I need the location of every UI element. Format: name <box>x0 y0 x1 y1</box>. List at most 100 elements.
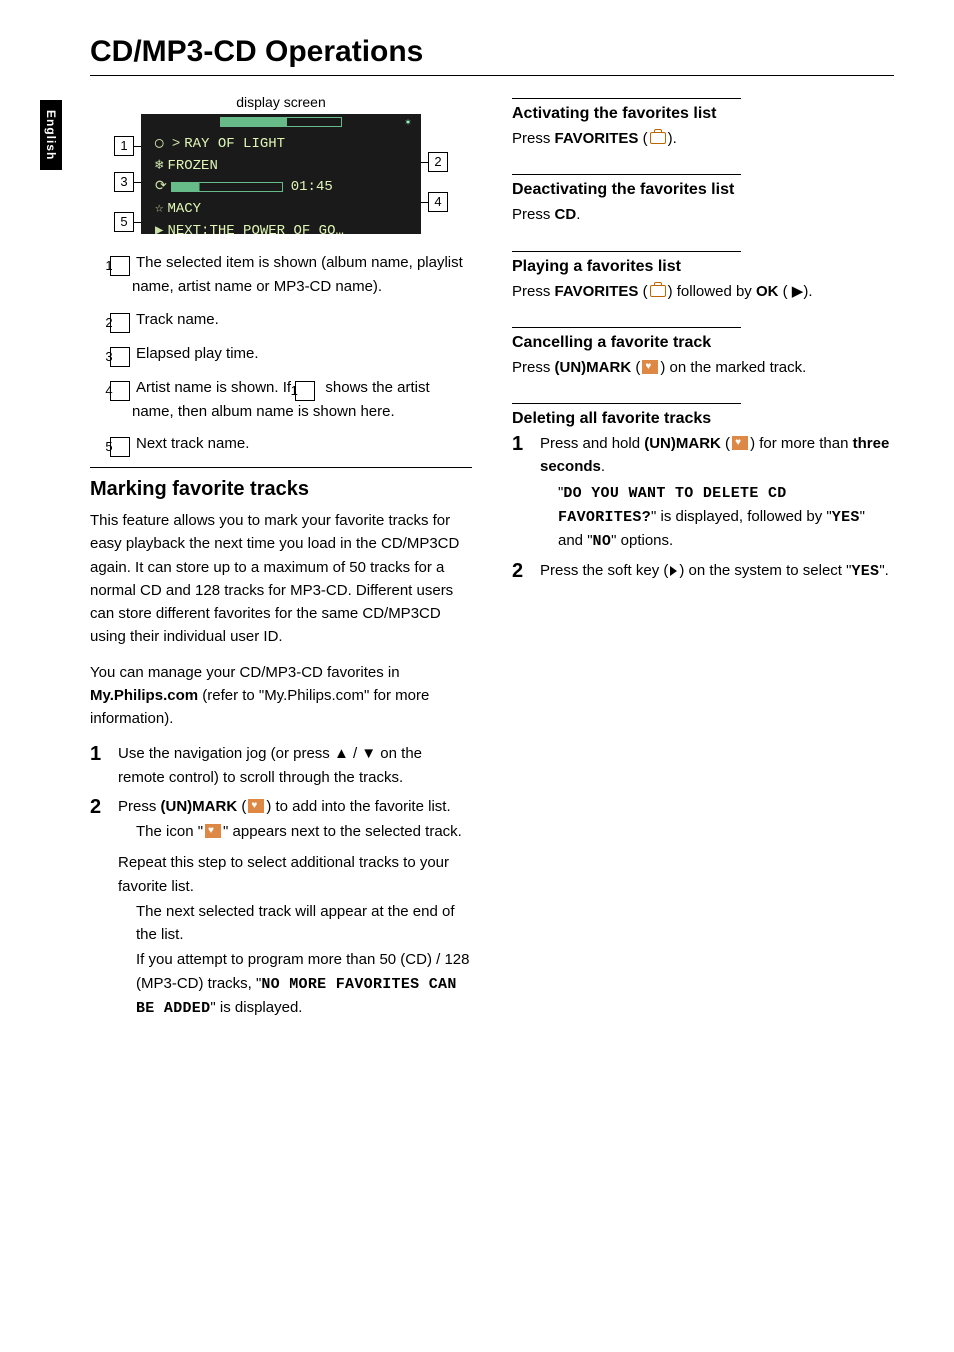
del-s1-indent: "DO YOU WANT TO DELETE CD FAVORITES?" is… <box>558 481 894 554</box>
step-2-text: Press (UN)MARK () to add into the favori… <box>118 795 472 1020</box>
callout-5-box: 5 <box>114 212 134 232</box>
cancel-a: Press <box>512 359 555 376</box>
activate-heading: Activating the favorites list <box>512 98 741 123</box>
del-s1-d: ) for more than <box>750 435 853 452</box>
s2b: (UN)MARK <box>161 798 238 815</box>
step-2-num: 2 <box>90 795 108 1020</box>
favorites-icon-2 <box>650 285 666 297</box>
play-text: Press FAVORITES () followed by OK ( ▶). <box>512 280 894 303</box>
display-top-icon: ✶ <box>405 116 411 132</box>
legend-1-text: The selected item is shown (album name, … <box>132 254 463 295</box>
s2-ind1b: " appears next to the selected track. <box>223 823 462 840</box>
del-s2-b: ) on the system to select " <box>679 562 851 579</box>
display-row-4: ☆MACY <box>155 199 411 221</box>
callout-1-box: 1 <box>114 136 134 156</box>
act-b: FAVORITES <box>555 130 639 147</box>
row2-prefix-icon: ❄ <box>155 158 163 174</box>
display-row-2: ❄FROZEN <box>155 156 411 178</box>
deact-a: Press <box>512 206 555 223</box>
deactivate-heading: Deactivating the favorites list <box>512 174 741 199</box>
legend-4-ref1: 1 <box>295 381 315 401</box>
ds1f: NO <box>593 533 612 550</box>
s2-p1: Repeat this step to select additional tr… <box>118 851 472 898</box>
legend-2-text: Track name. <box>136 311 219 328</box>
cancel-text: Press (UN)MARK () on the marked track. <box>512 356 894 379</box>
legend-3-text: Elapsed play time. <box>136 345 259 362</box>
favorites-icon <box>650 132 666 144</box>
step-1-text: Use the navigation jog (or press ▲ / ▼ o… <box>118 742 472 789</box>
display-row-1: ◯ >RAY OF LIGHT <box>155 134 411 156</box>
play-section: Playing a favorites list Press FAVORITES… <box>512 247 894 303</box>
display-topbar <box>220 117 342 127</box>
del-s2-c: YES <box>851 563 879 580</box>
track-heart-icon <box>205 824 221 838</box>
display-row2-text: FROZEN <box>167 158 217 174</box>
del-s1-b: (UN)MARK <box>644 435 721 452</box>
display-row1-text: RAY OF LIGHT <box>184 136 285 152</box>
marking-p2a: You can manage your CD/MP3-CD favorites … <box>90 664 400 681</box>
ds1c: " is displayed, followed by " <box>651 508 832 525</box>
act-d: ). <box>668 130 677 147</box>
row4-prefix-icon: ☆ <box>155 201 163 217</box>
display-row4-text: MACY <box>167 201 201 217</box>
display-row-3: ⟳ 01:45 <box>155 177 411 199</box>
s2c: ( <box>237 798 246 815</box>
cancel-c: ( <box>631 359 640 376</box>
legend-5-text: Next track name. <box>136 435 249 452</box>
del-s1-c: ( <box>721 435 730 452</box>
unmark-icon <box>248 799 264 813</box>
progress-icon: ⟳ <box>155 179 167 195</box>
delete-s1-text: Press and hold (UN)MARK () for more than… <box>540 432 894 553</box>
cancel-d: ) on the marked track. <box>660 359 806 376</box>
deact-c: . <box>576 206 580 223</box>
s2-ind3c: " is displayed. <box>210 999 302 1016</box>
play-b: FAVORITES <box>555 283 639 300</box>
cancel-heading: Cancelling a favorite track <box>512 327 741 352</box>
s2-ind1a: The icon " <box>136 823 203 840</box>
marking-heading: Marking favorite tracks <box>90 467 472 501</box>
delete-s1-num: 1 <box>512 432 530 553</box>
callout-2-box: 2 <box>428 152 448 172</box>
del-s2-a: Press the soft key ( <box>540 562 668 579</box>
columns: display screen 1 3 5 2 4 ✶ ◯ >RAY OF LIG… <box>90 94 894 1026</box>
marking-p1: This feature allows you to mark your fav… <box>90 509 472 649</box>
softkey-icon <box>670 566 677 576</box>
callout-4-box: 4 <box>428 192 448 212</box>
s2-indent1: The icon " " appears next to the selected… <box>136 820 472 843</box>
language-tab: English <box>40 100 62 170</box>
delete-section: Deleting all favorite tracks 1 Press and… <box>512 399 894 584</box>
legend-3: 3Elapsed play time. <box>110 343 472 367</box>
right-column: Activating the favorites list Press FAVO… <box>512 94 894 1026</box>
delete-heading: Deleting all favorite tracks <box>512 403 741 428</box>
left-column: display screen 1 3 5 2 4 ✶ ◯ >RAY OF LIG… <box>90 94 472 1026</box>
progress-bar <box>171 182 283 192</box>
legend-5: 5 Next track name. <box>110 433 472 457</box>
title-rule <box>90 75 894 76</box>
del-s1-f: . <box>601 458 605 475</box>
delete-step-2: 2 Press the soft key ( ) on the system to… <box>512 559 894 583</box>
page-title: CD/MP3-CD Operations <box>90 35 894 69</box>
s2-indent2: The next selected track will appear at t… <box>136 900 472 947</box>
legend-4-num: 4 <box>110 381 130 401</box>
marking-p2: You can manage your CD/MP3-CD favorites … <box>90 661 472 731</box>
play-e: OK <box>756 283 779 300</box>
s2-indent3: If you attempt to program more than 50 (… <box>136 948 472 1020</box>
play-c: ( <box>638 283 647 300</box>
legend-5-num: 5 <box>110 437 130 457</box>
display-time: 01:45 <box>291 179 333 195</box>
display-caption: display screen <box>90 94 472 110</box>
display-screen: ✶ ◯ >RAY OF LIGHT ❄FROZEN ⟳01:45 ☆MACY ▶… <box>141 114 421 234</box>
ds1g: " options. <box>611 532 673 549</box>
display-wrap: 1 3 5 2 4 ✶ ◯ >RAY OF LIGHT ❄FROZEN ⟳ 01:… <box>116 114 446 234</box>
delete-s2-num: 2 <box>512 559 530 583</box>
unmark-icon-3 <box>732 436 748 450</box>
marking-step-1: 1 Use the navigation jog (or press ▲ / ▼… <box>90 742 472 789</box>
legend-2-num: 2 <box>110 313 130 333</box>
legend-1: 1The selected item is shown (album name,… <box>110 252 472 299</box>
play-f: ( ▶). <box>778 283 812 300</box>
deactivate-text: Press CD. <box>512 203 894 226</box>
play-heading: Playing a favorites list <box>512 251 741 276</box>
callout-3-box: 3 <box>114 172 134 192</box>
deactivate-section: Deactivating the favorites list Press CD… <box>512 170 894 226</box>
act-c: ( <box>638 130 647 147</box>
